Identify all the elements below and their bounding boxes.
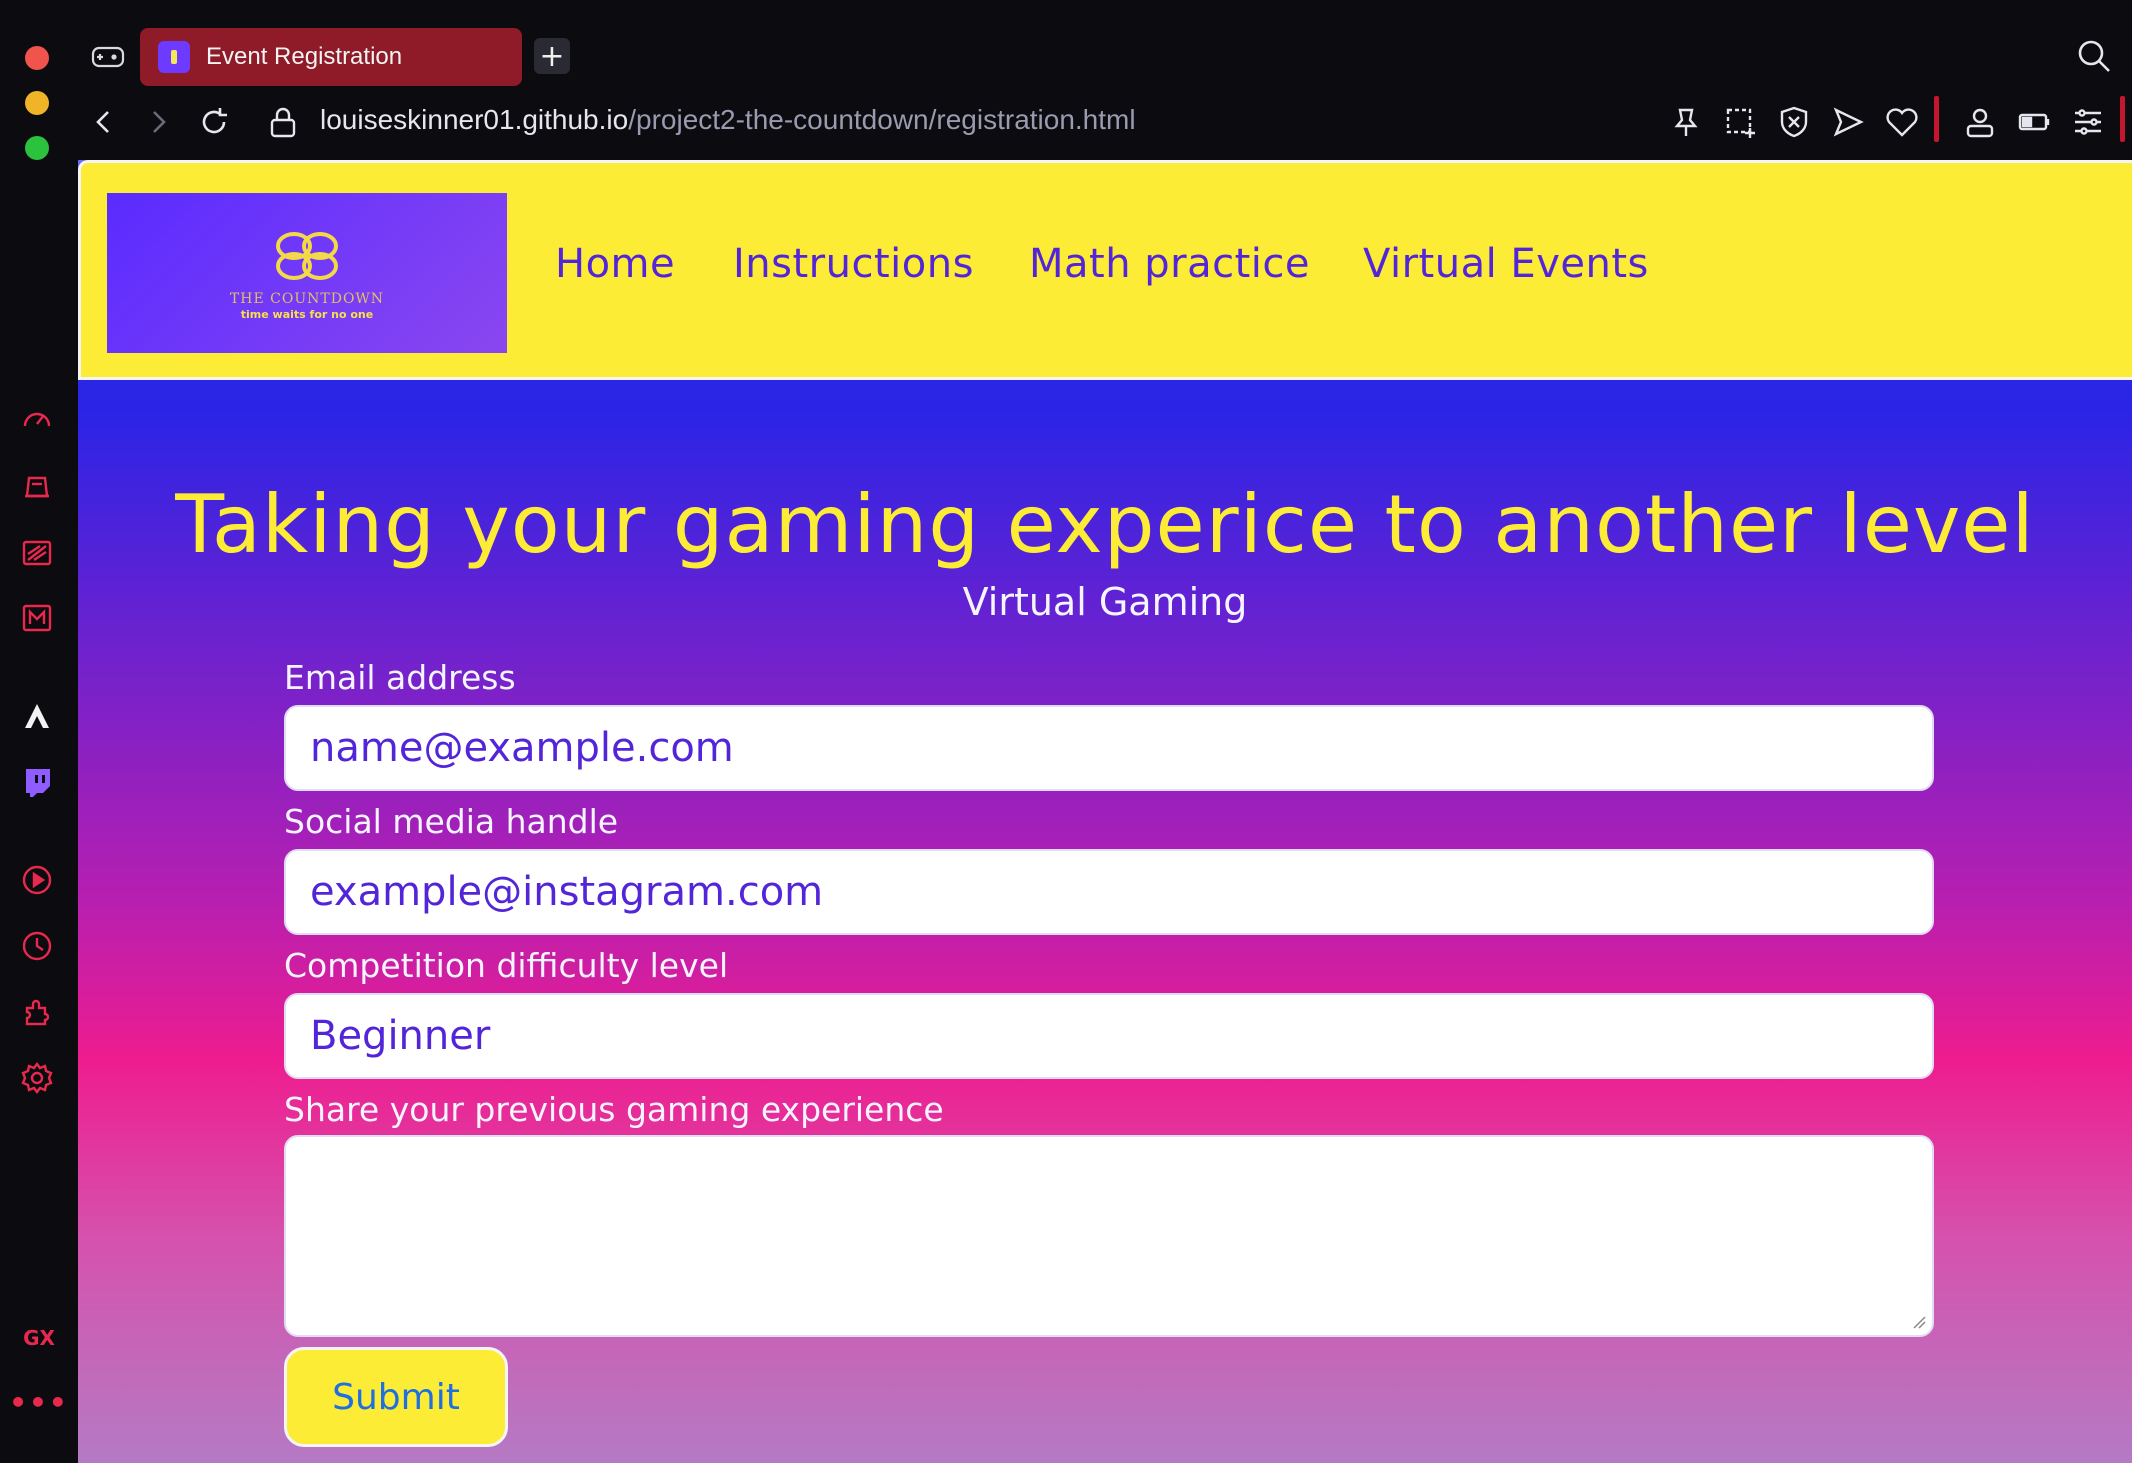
toolbar-separator <box>1934 96 1939 142</box>
browser-tab-active[interactable]: Event Registration <box>140 28 522 86</box>
easy-setup-icon[interactable] <box>2070 104 2106 140</box>
browser-sidebar: GX ••• <box>0 0 78 1463</box>
logo-name: THE COUNTDOWN <box>229 291 385 307</box>
email-label: Email address <box>284 658 516 697</box>
window-maximize-button[interactable] <box>25 136 49 160</box>
social-handle-label: Social media handle <box>284 802 619 841</box>
window-close-button[interactable] <box>25 46 49 70</box>
email-field[interactable]: name@example.com <box>284 705 1934 791</box>
tab-title: Event Registration <box>206 43 403 70</box>
page-headline: Taking your gaming experice to another l… <box>175 478 2035 571</box>
extensions-icon[interactable] <box>17 992 57 1032</box>
web-page: THE COUNTDOWN time waits for no one Home… <box>78 160 2132 1463</box>
messenger-m-icon[interactable] <box>17 598 57 638</box>
pin-icon[interactable] <box>1668 104 1704 140</box>
window-minimize-button[interactable] <box>25 91 49 115</box>
nav-link-math-practice[interactable]: Math practice <box>1029 241 1310 287</box>
new-tab-button[interactable]: + <box>534 38 570 74</box>
twitch-icon[interactable] <box>17 762 57 802</box>
gx-logo-label[interactable]: GX <box>0 1326 78 1350</box>
history-icon[interactable] <box>17 926 57 966</box>
url-host: louiseskinner01.github.io <box>320 104 629 135</box>
reload-icon <box>202 108 227 134</box>
difficulty-select[interactable]: Beginner <box>284 993 1934 1079</box>
send-icon[interactable] <box>1830 104 1866 140</box>
battery-saver-icon[interactable] <box>2016 104 2052 140</box>
resize-handle-icon[interactable] <box>1910 1313 1926 1329</box>
adblock-shield-icon[interactable] <box>1776 104 1812 140</box>
settings-gear-icon[interactable] <box>17 1058 57 1098</box>
experience-textarea[interactable] <box>284 1135 1934 1337</box>
nav-link-virtual-events[interactable]: Virtual Events <box>1363 241 1649 287</box>
tab-favicon-icon <box>158 41 190 73</box>
address-bar[interactable]: louiseskinner01.github.io/project2-the-c… <box>320 104 1136 136</box>
difficulty-label: Competition difficulty level <box>284 946 729 985</box>
sidebar-more-icon[interactable]: ••• <box>0 1386 78 1419</box>
gamepad-icon[interactable] <box>90 42 126 72</box>
player-icon[interactable] <box>17 860 57 900</box>
reload-button[interactable] <box>196 104 232 140</box>
submit-button[interactable]: Submit <box>284 1347 508 1447</box>
infinity-knot-icon <box>276 232 338 280</box>
chevron-right-icon <box>153 111 166 133</box>
gx-control-icon[interactable] <box>17 400 57 440</box>
tab-search-icon[interactable] <box>2074 36 2114 76</box>
nav-link-home[interactable]: Home <box>555 241 675 287</box>
gx-corner-icon[interactable] <box>17 466 57 506</box>
nav-link-instructions[interactable]: Instructions <box>733 241 974 287</box>
chevron-left-icon <box>96 111 109 133</box>
news-icon[interactable] <box>17 532 57 572</box>
url-path: /project2-the-countdown/registration.htm… <box>628 104 1136 135</box>
snapshot-icon[interactable] <box>1722 104 1758 140</box>
page-subheading: Virtual Gaming <box>962 580 1248 624</box>
back-button[interactable] <box>86 104 122 140</box>
forward-button[interactable] <box>140 104 176 140</box>
lock-icon[interactable] <box>266 104 300 140</box>
site-header: THE COUNTDOWN time waits for no one Home… <box>78 160 2132 380</box>
profile-icon[interactable] <box>1962 104 1998 140</box>
browser-toolbar: Event Registration + louiseskinner01.git… <box>78 0 2132 160</box>
aria-icon[interactable] <box>17 696 57 736</box>
toolbar-separator <box>2120 96 2125 142</box>
site-logo[interactable]: THE COUNTDOWN time waits for no one <box>107 193 507 353</box>
logo-tagline: time waits for no one <box>240 308 374 321</box>
social-handle-field[interactable]: example@instagram.com <box>284 849 1934 935</box>
experience-label: Share your previous gaming experience <box>284 1090 944 1129</box>
heart-icon[interactable] <box>1884 104 1920 140</box>
